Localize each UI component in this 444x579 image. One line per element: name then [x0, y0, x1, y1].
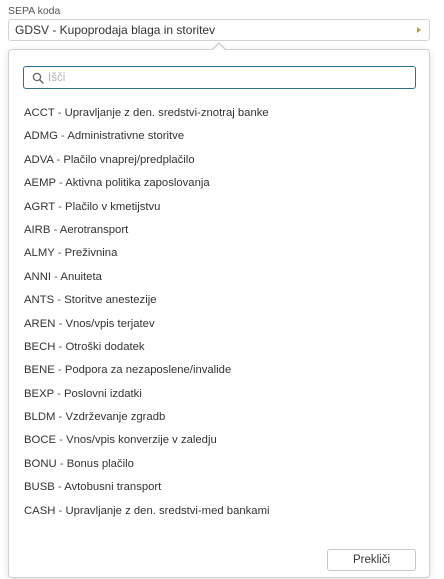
item-code: ADVA — [24, 153, 54, 166]
item-code: ADMG — [24, 130, 58, 143]
item-description: Storitve anestezije — [64, 294, 157, 307]
item-code: BENE — [24, 364, 55, 377]
list-item[interactable]: BONU - Bonus plačilo — [9, 453, 429, 476]
selected-value: GDSV - Kupoprodaja blaga in storitev — [15, 23, 216, 37]
item-separator: - — [53, 153, 64, 166]
item-code: BUSB — [24, 481, 55, 494]
list-item[interactable]: BENE - Podpora za nezaposlene/invalide — [9, 359, 429, 382]
item-description: Poslovni izdatki — [63, 387, 142, 400]
item-code: AGRT — [24, 200, 55, 213]
item-description: Anuiteta — [60, 270, 102, 283]
item-separator: - — [55, 411, 66, 424]
item-separator: - — [57, 130, 68, 143]
item-code: AIRB — [24, 223, 51, 236]
item-separator: - — [54, 294, 65, 307]
item-code: ALMY — [24, 247, 55, 260]
list-item[interactable]: ANNI - Anuiteta — [9, 266, 429, 289]
item-code: AREN — [24, 317, 56, 330]
list-item[interactable]: AIRB - Aerotransport — [9, 219, 429, 242]
dropdown-pointer-fill — [213, 43, 225, 50]
item-separator: - — [54, 481, 65, 494]
item-code: AEMP — [24, 177, 56, 190]
list-item[interactable]: BLDM - Vzdrževanje zgradb — [9, 406, 429, 429]
item-description: Podpora za nezaposlene/invalide — [64, 364, 232, 377]
item-description: Vnos/vpis terjatev — [65, 317, 155, 330]
item-code: BONU — [24, 457, 57, 470]
item-code: ACCT — [24, 107, 55, 119]
list-item[interactable]: AGRT - Plačilo v kmetijstvu — [9, 196, 429, 219]
item-description: Preživnina — [64, 247, 118, 260]
list-item[interactable]: AEMP - Aktivna politika zaposlovanja — [9, 172, 429, 195]
list-item[interactable]: ADMG - Administrativne storitve — [9, 125, 429, 148]
item-separator: - — [54, 364, 65, 377]
list-fade — [9, 514, 429, 530]
cancel-button[interactable]: Prekliči — [327, 549, 416, 571]
item-description: Plačilo vnaprej/predplačilo — [63, 153, 195, 166]
item-separator: - — [54, 200, 66, 213]
item-code: ANTS — [24, 294, 55, 307]
item-description: Aktivna politika zaposlovanja — [65, 177, 210, 190]
item-description: Otroški dodatek — [65, 340, 145, 353]
list-item[interactable]: ANTS - Storitve anestezije — [9, 289, 429, 312]
item-code: ANNI — [24, 270, 51, 283]
caret-right-icon — [417, 27, 421, 33]
item-separator: - — [51, 270, 61, 283]
dropdown-panel: ACCT - Upravljanje z den. sredstvi-znotr… — [8, 49, 430, 578]
item-description: Plačilo v kmetijstvu — [65, 200, 161, 213]
item-separator: - — [56, 457, 67, 470]
item-code: BLDM — [24, 411, 56, 424]
item-separator: - — [55, 340, 66, 353]
field-label: SEPA koda — [8, 5, 61, 17]
item-description: Upravljanje z den. sredstvi-znotraj bank… — [64, 107, 269, 119]
item-code: BOCE — [24, 434, 57, 447]
item-description: Vnos/vpis konverzije v zaledju — [66, 434, 217, 447]
option-list[interactable]: ACCT - Upravljanje z den. sredstvi-znotr… — [9, 102, 429, 530]
item-separator: - — [54, 247, 65, 260]
list-item[interactable]: ALMY - Preživnina — [9, 242, 429, 265]
item-description: Vzdrževanje zgradb — [65, 411, 166, 424]
item-code: BEXP — [24, 387, 54, 400]
list-item[interactable]: ACCT - Upravljanje z den. sredstvi-znotr… — [9, 102, 429, 125]
list-item[interactable]: BECH - Otroški dodatek — [9, 336, 429, 359]
sepa-code-picker: SEPA koda GDSV - Kupoprodaja blaga in st… — [0, 0, 444, 579]
list-item[interactable]: ADVA - Plačilo vnaprej/predplačilo — [9, 149, 429, 172]
item-separator: - — [55, 317, 66, 330]
search-input[interactable] — [48, 68, 408, 87]
list-item[interactable]: BUSB - Avtobusni transport — [9, 476, 429, 499]
item-code: BECH — [24, 340, 56, 353]
item-separator: - — [53, 387, 64, 400]
item-separator: - — [55, 177, 66, 190]
item-description: Avtobusni transport — [64, 481, 162, 494]
list-item[interactable]: BEXP - Poslovni izdatki — [9, 383, 429, 406]
search-icon — [32, 72, 44, 84]
item-description: Administrativne storitve — [67, 130, 185, 143]
list-item[interactable]: AREN - Vnos/vpis terjatev — [9, 313, 429, 336]
item-separator: - — [50, 223, 60, 236]
sepa-code-select[interactable]: GDSV - Kupoprodaja blaga in storitev — [8, 19, 430, 41]
item-separator: - — [56, 434, 67, 447]
item-description: Aerotransport — [59, 223, 129, 236]
list-item[interactable]: BOCE - Vnos/vpis konverzije v zaledju — [9, 429, 429, 452]
item-separator: - — [54, 107, 65, 119]
search-field[interactable] — [23, 66, 416, 89]
item-description: Bonus plačilo — [66, 457, 134, 470]
